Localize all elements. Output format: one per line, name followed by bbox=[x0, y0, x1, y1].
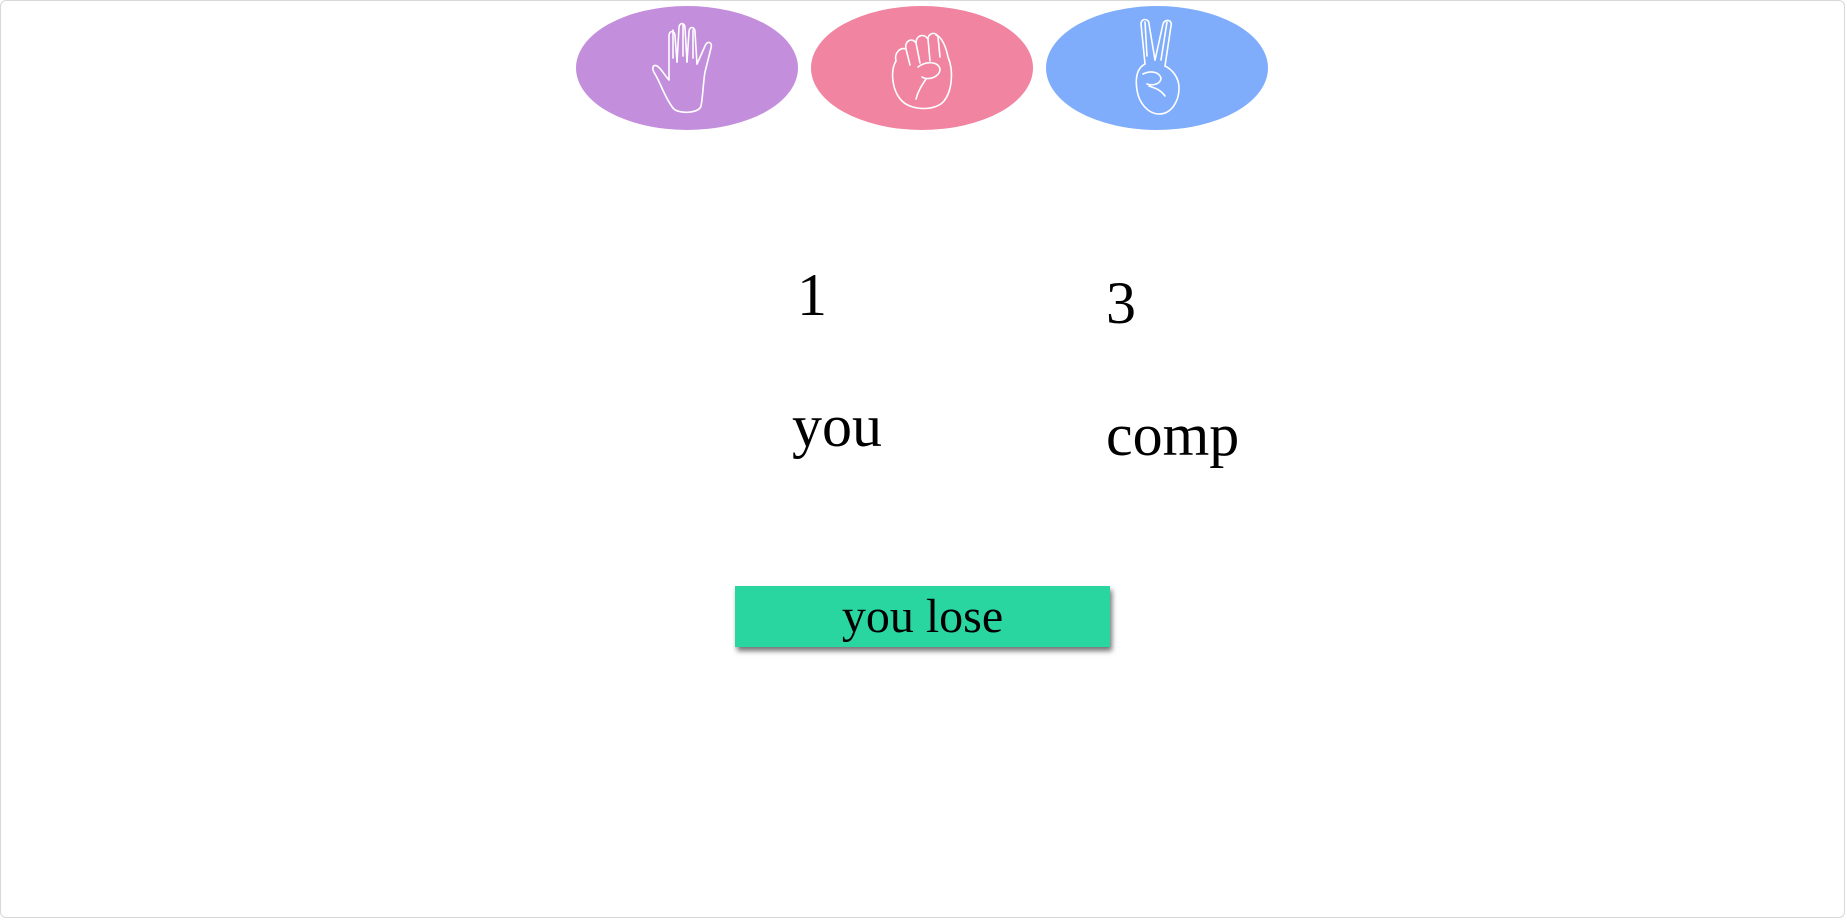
scissors-peace-icon bbox=[1135, 18, 1180, 115]
scissors-button[interactable] bbox=[1046, 6, 1268, 130]
computer-label: comp bbox=[1106, 402, 1240, 468]
result-message: you lose bbox=[735, 586, 1110, 647]
paper-hand-icon bbox=[652, 22, 713, 114]
player-label: you bbox=[792, 393, 882, 459]
rock-button[interactable] bbox=[811, 6, 1033, 130]
paper-button[interactable] bbox=[576, 6, 798, 130]
page-frame bbox=[0, 0, 1845, 918]
rock-fist-icon bbox=[891, 32, 953, 110]
player-score: 1 bbox=[797, 262, 827, 328]
computer-score: 3 bbox=[1106, 270, 1136, 336]
